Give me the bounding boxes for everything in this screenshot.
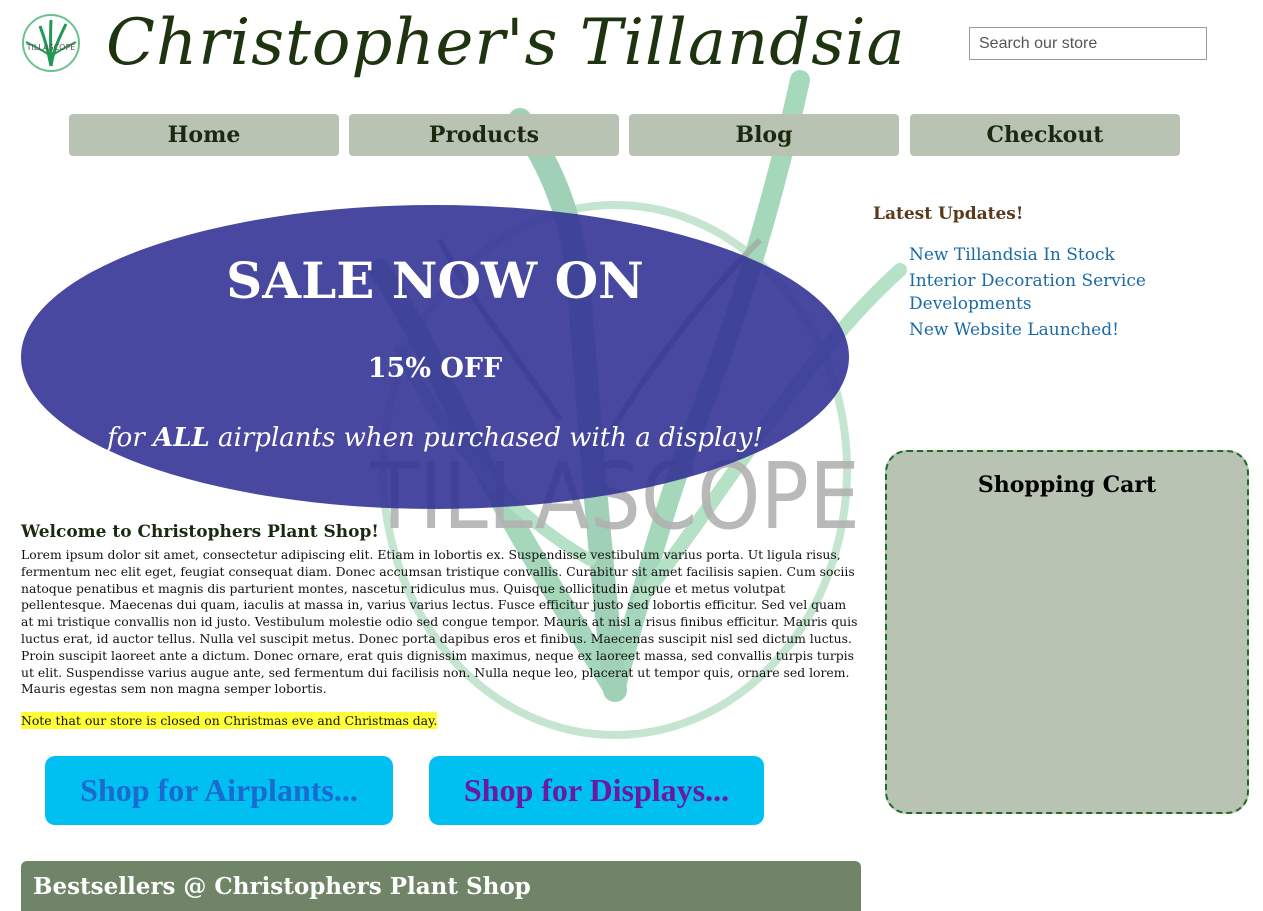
nav-blog-button[interactable]: Blog <box>629 114 899 156</box>
latest-updates-list: New Tillandsia In Stock Interior Decorat… <box>909 244 1209 345</box>
nav-checkout-button[interactable]: Checkout <box>910 114 1180 156</box>
logo-icon[interactable]: TILLASCOPE <box>20 12 82 74</box>
sale-note-emphasis: ALL <box>153 423 210 453</box>
main-nav: Home Products Blog Checkout <box>69 114 1181 156</box>
welcome-body-text: Lorem ipsum dolor sit amet, consectetur … <box>21 547 858 697</box>
nav-products-button[interactable]: Products <box>349 114 619 156</box>
sale-note-prefix: for <box>107 423 154 453</box>
latest-updates-heading: Latest Updates! <box>873 204 1024 224</box>
sale-banner: SALE NOW ON 15% OFF for ALL airplants wh… <box>21 205 849 509</box>
nav-home-button[interactable]: Home <box>69 114 339 156</box>
update-link[interactable]: New Website Launched! <box>909 319 1209 342</box>
update-link[interactable]: New Tillandsia In Stock <box>909 244 1209 267</box>
sale-note-suffix: airplants when purchased with a display! <box>209 423 763 453</box>
sale-note: for ALL airplants when purchased with a … <box>21 423 849 453</box>
store-closed-notice: Note that our store is closed on Christm… <box>21 712 438 729</box>
sale-title: SALE NOW ON <box>226 251 644 310</box>
bestsellers-heading: Bestsellers @ Christophers Plant Shop <box>21 861 861 911</box>
shop-displays-button[interactable]: Shop for Displays... <box>429 756 764 825</box>
update-link[interactable]: Interior Decoration Service Developments <box>909 270 1209 316</box>
logo-text: TILLASCOPE <box>26 43 76 52</box>
shopping-cart-title: Shopping Cart <box>977 472 1157 498</box>
sale-discount: 15% OFF <box>367 353 503 384</box>
shop-airplants-button[interactable]: Shop for Airplants... <box>45 756 393 825</box>
shopping-cart-panel: Shopping Cart <box>885 450 1249 814</box>
welcome-heading: Welcome to Christophers Plant Shop! <box>21 522 379 542</box>
site-title: Christopher's Tillandsia <box>106 6 906 80</box>
search-input[interactable] <box>969 27 1207 60</box>
